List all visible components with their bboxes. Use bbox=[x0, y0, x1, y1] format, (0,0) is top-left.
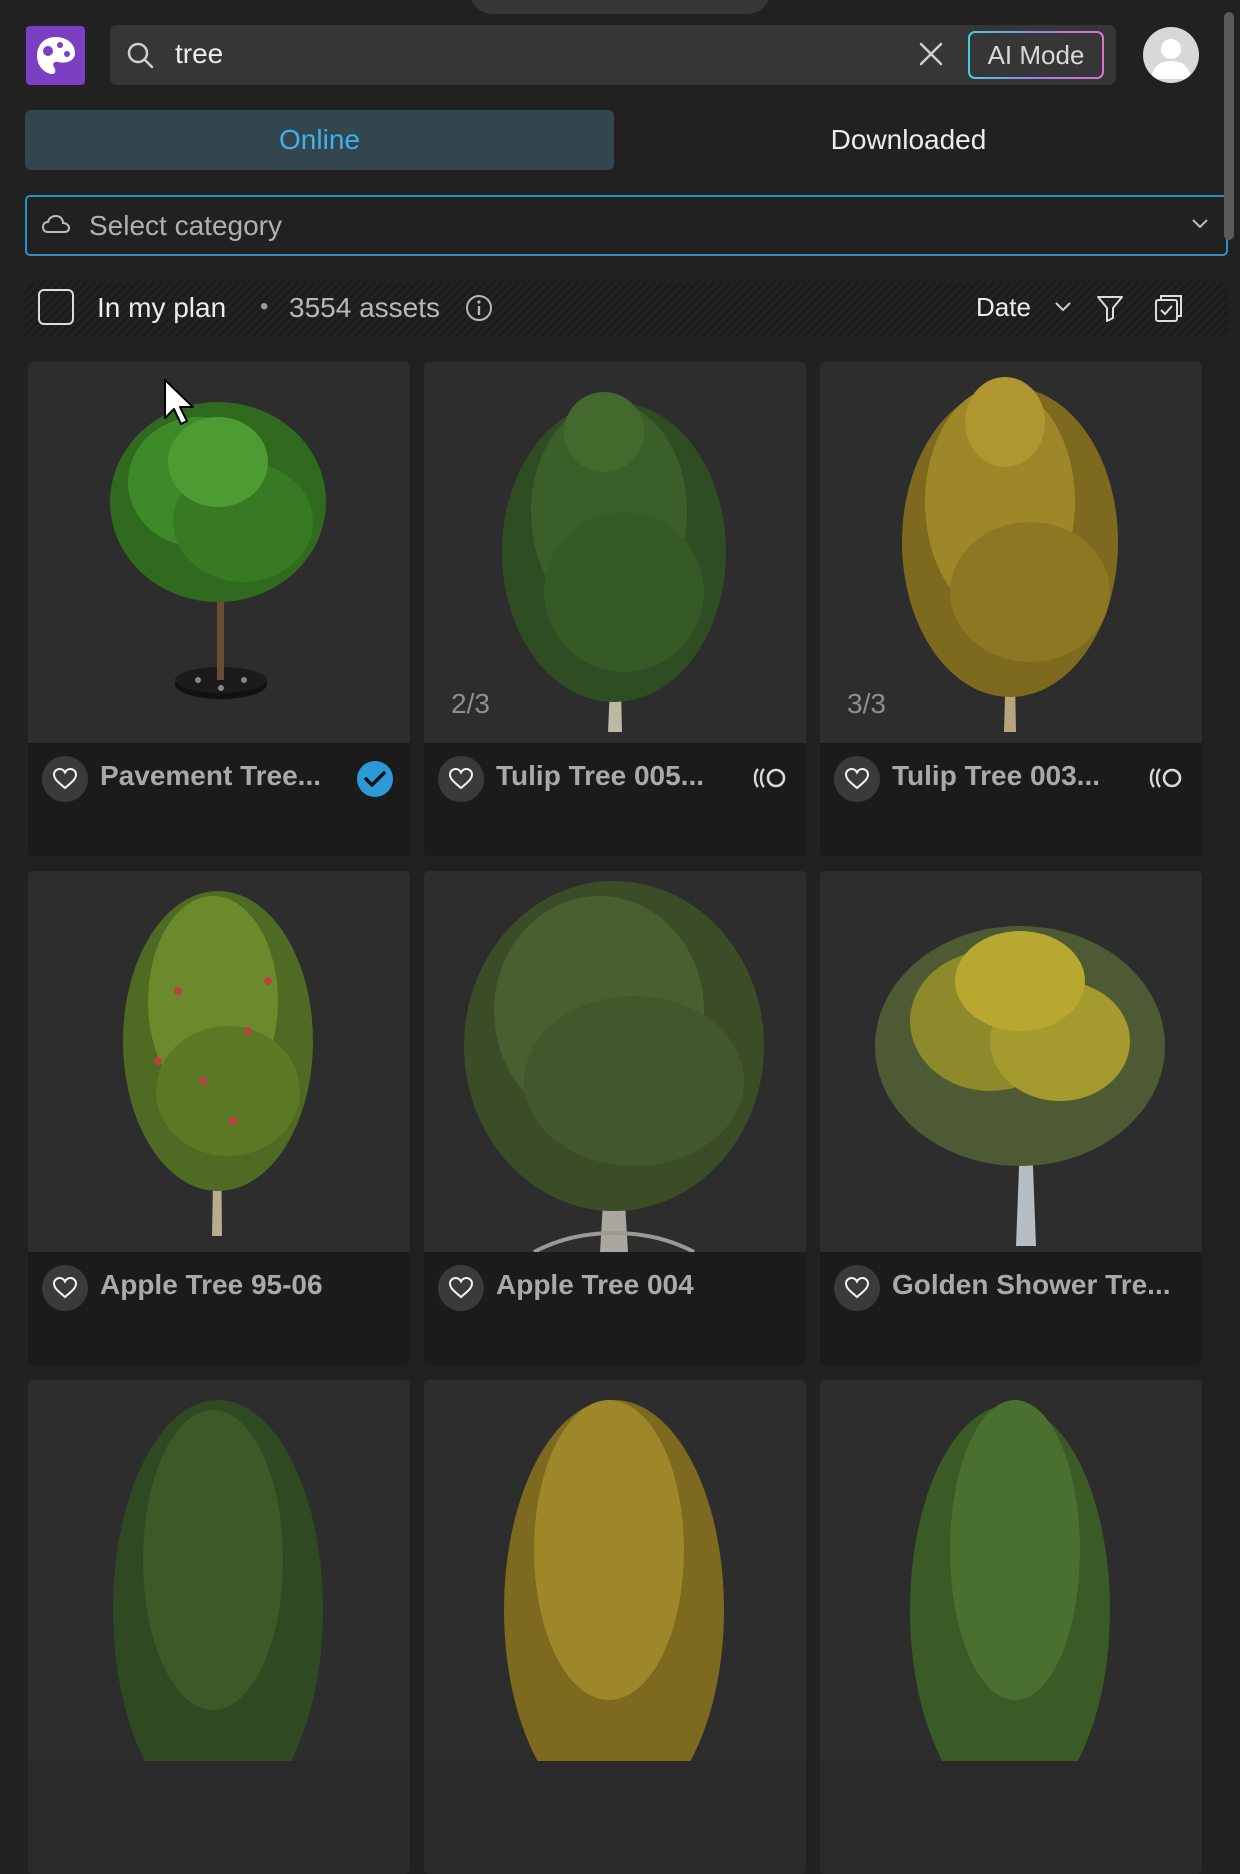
favorite-button[interactable] bbox=[42, 756, 88, 802]
filter-bar: In my plan • 3554 assets Date bbox=[25, 282, 1228, 336]
asset-name: Apple Tree 95-06 bbox=[100, 1269, 323, 1300]
asset-footer: Golden Shower Tre... bbox=[820, 1252, 1202, 1365]
favorite-button[interactable] bbox=[438, 756, 484, 802]
asset-name: Golden Shower Tre... bbox=[892, 1269, 1171, 1300]
separator-dot: • bbox=[260, 293, 269, 320]
asset-thumbnail bbox=[28, 362, 410, 743]
sort-dropdown[interactable]: Date bbox=[976, 292, 1031, 323]
category-select[interactable]: Select category bbox=[25, 195, 1228, 256]
asset-name: Apple Tree 004 bbox=[496, 1269, 694, 1300]
heart-icon bbox=[448, 767, 474, 790]
search-bar[interactable]: tree AI Mode bbox=[110, 25, 1116, 85]
tree-image bbox=[875, 926, 1165, 1246]
heart-icon bbox=[844, 767, 870, 790]
user-icon bbox=[1151, 39, 1191, 79]
search-icon bbox=[127, 42, 154, 69]
tree-image bbox=[110, 402, 326, 699]
app-logo[interactable] bbox=[26, 26, 85, 85]
scrollbar[interactable] bbox=[1218, 0, 1240, 1600]
heart-icon bbox=[52, 767, 78, 790]
asset-card[interactable]: Apple Tree 004 bbox=[424, 871, 806, 1365]
cloud-icon bbox=[41, 214, 71, 233]
in-plan-label: In my plan bbox=[97, 292, 227, 323]
asset-footer: Apple Tree 95-06 bbox=[28, 1252, 410, 1365]
asset-thumbnail bbox=[820, 1380, 1202, 1761]
asset-thumbnail bbox=[28, 871, 410, 1252]
asset-card[interactable]: 3/3 Tulip Tree 003... bbox=[820, 362, 1202, 856]
asset-footer: Apple Tree 004 bbox=[424, 1252, 806, 1365]
heart-icon bbox=[52, 1276, 78, 1299]
palette-logo-icon bbox=[36, 36, 75, 74]
in-plan-checkbox[interactable] bbox=[38, 289, 74, 325]
chevron-down-icon bbox=[1192, 219, 1208, 229]
heart-icon bbox=[844, 1276, 870, 1299]
asset-card[interactable] bbox=[424, 1380, 806, 1874]
favorite-button[interactable] bbox=[834, 756, 880, 802]
tree-image bbox=[910, 1400, 1110, 1761]
asset-card[interactable]: Golden Shower Tre... bbox=[820, 871, 1202, 1365]
asset-footer: Pavement Tree... bbox=[28, 743, 410, 856]
search-input[interactable]: tree bbox=[175, 38, 223, 70]
info-icon[interactable] bbox=[465, 294, 493, 322]
category-placeholder: Select category bbox=[89, 210, 282, 241]
asset-card[interactable]: Pavement Tree... bbox=[28, 362, 410, 856]
ai-mode-button[interactable]: AI Mode bbox=[968, 31, 1104, 79]
favorite-button[interactable] bbox=[834, 1265, 880, 1311]
asset-card[interactable]: 2/3 Tulip Tree 005... bbox=[424, 362, 806, 856]
multi-select-icon[interactable] bbox=[1153, 292, 1185, 324]
tab-online[interactable]: Online bbox=[25, 110, 614, 170]
tree-image bbox=[902, 377, 1118, 732]
mouse-cursor-icon bbox=[164, 379, 194, 425]
filter-icon[interactable] bbox=[1095, 293, 1125, 323]
tab-downloaded[interactable]: Downloaded bbox=[614, 110, 1203, 170]
assets-count: 3554 assets bbox=[289, 292, 440, 323]
asset-thumbnail: 2/3 bbox=[424, 362, 806, 743]
variants-icon bbox=[1149, 768, 1182, 788]
tree-image bbox=[502, 392, 726, 732]
asset-card[interactable]: Apple Tree 95-06 bbox=[28, 871, 410, 1365]
tree-image bbox=[504, 1400, 724, 1761]
variants-icon bbox=[753, 768, 786, 788]
asset-card[interactable] bbox=[820, 1380, 1202, 1874]
asset-thumbnail: 3/3 bbox=[820, 362, 1202, 743]
heart-icon bbox=[448, 1276, 474, 1299]
tree-image bbox=[123, 891, 313, 1236]
scrollbar-thumb[interactable] bbox=[1224, 12, 1234, 240]
asset-thumbnail bbox=[424, 871, 806, 1252]
tree-image bbox=[113, 1400, 323, 1761]
favorite-button[interactable] bbox=[438, 1265, 484, 1311]
chevron-down-icon[interactable] bbox=[1053, 299, 1073, 313]
check-circle-icon bbox=[357, 761, 393, 797]
tree-image bbox=[464, 881, 764, 1252]
asset-thumbnail bbox=[820, 871, 1202, 1252]
asset-thumbnail bbox=[424, 1380, 806, 1761]
asset-name: Pavement Tree... bbox=[100, 760, 322, 791]
asset-footer: Tulip Tree 005... bbox=[424, 743, 806, 856]
asset-card[interactable] bbox=[28, 1380, 410, 1874]
close-icon[interactable] bbox=[918, 41, 944, 67]
variant-counter: 3/3 bbox=[847, 688, 886, 719]
window-notch bbox=[470, 0, 770, 14]
asset-footer: Tulip Tree 003... bbox=[820, 743, 1202, 856]
asset-thumbnail bbox=[28, 1380, 410, 1761]
asset-name: Tulip Tree 005... bbox=[496, 760, 705, 791]
favorite-button[interactable] bbox=[42, 1265, 88, 1311]
variant-counter: 2/3 bbox=[451, 688, 490, 719]
asset-name: Tulip Tree 003... bbox=[892, 760, 1101, 791]
avatar[interactable] bbox=[1143, 27, 1199, 83]
